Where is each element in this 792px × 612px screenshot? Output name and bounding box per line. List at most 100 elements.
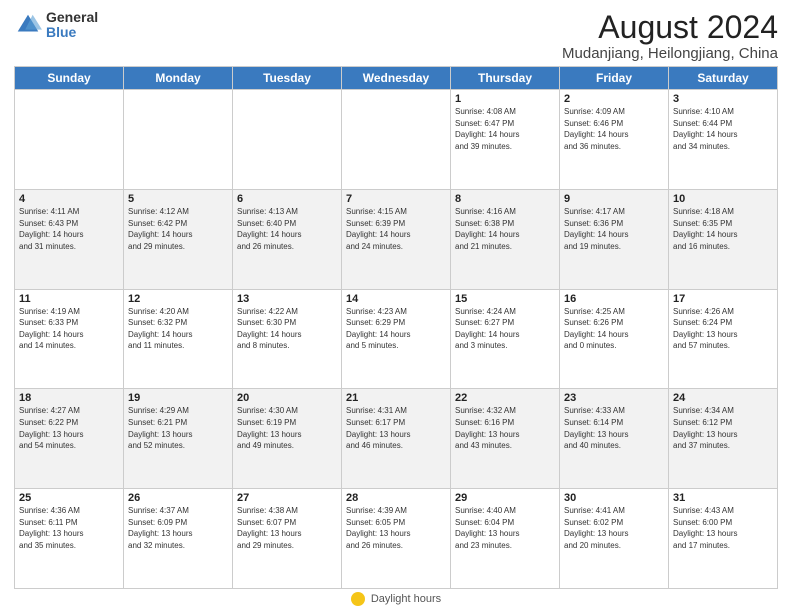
day-number: 5 [128, 193, 228, 205]
day-info: Sunrise: 4:27 AM Sunset: 6:22 PM Dayligh… [19, 405, 119, 451]
logo-text: General Blue [46, 10, 98, 41]
day-number: 22 [455, 392, 555, 404]
calendar-cell: 26Sunrise: 4:37 AM Sunset: 6:09 PM Dayli… [124, 489, 233, 589]
day-number: 25 [19, 492, 119, 504]
day-number: 3 [673, 93, 773, 105]
column-header-sunday: Sunday [15, 67, 124, 90]
calendar-cell: 30Sunrise: 4:41 AM Sunset: 6:02 PM Dayli… [560, 489, 669, 589]
calendar-cell: 31Sunrise: 4:43 AM Sunset: 6:00 PM Dayli… [669, 489, 778, 589]
calendar-cell [342, 90, 451, 190]
day-info: Sunrise: 4:12 AM Sunset: 6:42 PM Dayligh… [128, 206, 228, 252]
day-number: 16 [564, 293, 664, 305]
calendar-cell: 17Sunrise: 4:26 AM Sunset: 6:24 PM Dayli… [669, 289, 778, 389]
day-number: 19 [128, 392, 228, 404]
title-block: August 2024 Mudanjiang, Heilongjiang, Ch… [562, 10, 778, 62]
calendar-cell: 12Sunrise: 4:20 AM Sunset: 6:32 PM Dayli… [124, 289, 233, 389]
day-info: Sunrise: 4:18 AM Sunset: 6:35 PM Dayligh… [673, 206, 773, 252]
day-number: 28 [346, 492, 446, 504]
day-info: Sunrise: 4:36 AM Sunset: 6:11 PM Dayligh… [19, 505, 119, 551]
day-number: 6 [237, 193, 337, 205]
calendar-cell: 7Sunrise: 4:15 AM Sunset: 6:39 PM Daylig… [342, 189, 451, 289]
day-number: 14 [346, 293, 446, 305]
day-info: Sunrise: 4:23 AM Sunset: 6:29 PM Dayligh… [346, 306, 446, 352]
logo: General Blue [14, 10, 98, 41]
calendar-cell: 13Sunrise: 4:22 AM Sunset: 6:30 PM Dayli… [233, 289, 342, 389]
day-info: Sunrise: 4:11 AM Sunset: 6:43 PM Dayligh… [19, 206, 119, 252]
day-info: Sunrise: 4:08 AM Sunset: 6:47 PM Dayligh… [455, 106, 555, 152]
footer: Daylight hours [14, 592, 778, 606]
column-header-tuesday: Tuesday [233, 67, 342, 90]
day-info: Sunrise: 4:20 AM Sunset: 6:32 PM Dayligh… [128, 306, 228, 352]
day-info: Sunrise: 4:24 AM Sunset: 6:27 PM Dayligh… [455, 306, 555, 352]
page: General Blue August 2024 Mudanjiang, Hei… [0, 0, 792, 612]
calendar-cell [233, 90, 342, 190]
week-row-3: 11Sunrise: 4:19 AM Sunset: 6:33 PM Dayli… [15, 289, 778, 389]
day-info: Sunrise: 4:25 AM Sunset: 6:26 PM Dayligh… [564, 306, 664, 352]
sun-icon [351, 592, 365, 606]
calendar-cell: 9Sunrise: 4:17 AM Sunset: 6:36 PM Daylig… [560, 189, 669, 289]
calendar-cell: 23Sunrise: 4:33 AM Sunset: 6:14 PM Dayli… [560, 389, 669, 489]
day-info: Sunrise: 4:19 AM Sunset: 6:33 PM Dayligh… [19, 306, 119, 352]
day-info: Sunrise: 4:09 AM Sunset: 6:46 PM Dayligh… [564, 106, 664, 152]
day-info: Sunrise: 4:39 AM Sunset: 6:05 PM Dayligh… [346, 505, 446, 551]
calendar-cell: 28Sunrise: 4:39 AM Sunset: 6:05 PM Dayli… [342, 489, 451, 589]
day-info: Sunrise: 4:30 AM Sunset: 6:19 PM Dayligh… [237, 405, 337, 451]
day-number: 7 [346, 193, 446, 205]
day-number: 10 [673, 193, 773, 205]
day-info: Sunrise: 4:37 AM Sunset: 6:09 PM Dayligh… [128, 505, 228, 551]
day-number: 17 [673, 293, 773, 305]
calendar-cell: 10Sunrise: 4:18 AM Sunset: 6:35 PM Dayli… [669, 189, 778, 289]
day-number: 2 [564, 93, 664, 105]
column-header-wednesday: Wednesday [342, 67, 451, 90]
main-title: August 2024 [562, 10, 778, 45]
day-info: Sunrise: 4:16 AM Sunset: 6:38 PM Dayligh… [455, 206, 555, 252]
day-info: Sunrise: 4:34 AM Sunset: 6:12 PM Dayligh… [673, 405, 773, 451]
day-info: Sunrise: 4:41 AM Sunset: 6:02 PM Dayligh… [564, 505, 664, 551]
calendar-cell: 8Sunrise: 4:16 AM Sunset: 6:38 PM Daylig… [451, 189, 560, 289]
day-number: 26 [128, 492, 228, 504]
calendar-cell: 18Sunrise: 4:27 AM Sunset: 6:22 PM Dayli… [15, 389, 124, 489]
calendar-cell: 5Sunrise: 4:12 AM Sunset: 6:42 PM Daylig… [124, 189, 233, 289]
subtitle: Mudanjiang, Heilongjiang, China [562, 45, 778, 62]
week-row-5: 25Sunrise: 4:36 AM Sunset: 6:11 PM Dayli… [15, 489, 778, 589]
day-number: 27 [237, 492, 337, 504]
column-header-thursday: Thursday [451, 67, 560, 90]
calendar-cell: 25Sunrise: 4:36 AM Sunset: 6:11 PM Dayli… [15, 489, 124, 589]
day-info: Sunrise: 4:22 AM Sunset: 6:30 PM Dayligh… [237, 306, 337, 352]
header: General Blue August 2024 Mudanjiang, Hei… [14, 10, 778, 62]
footer-label: Daylight hours [371, 593, 441, 605]
calendar-cell: 14Sunrise: 4:23 AM Sunset: 6:29 PM Dayli… [342, 289, 451, 389]
day-info: Sunrise: 4:32 AM Sunset: 6:16 PM Dayligh… [455, 405, 555, 451]
day-info: Sunrise: 4:10 AM Sunset: 6:44 PM Dayligh… [673, 106, 773, 152]
day-info: Sunrise: 4:17 AM Sunset: 6:36 PM Dayligh… [564, 206, 664, 252]
calendar-cell: 19Sunrise: 4:29 AM Sunset: 6:21 PM Dayli… [124, 389, 233, 489]
day-info: Sunrise: 4:33 AM Sunset: 6:14 PM Dayligh… [564, 405, 664, 451]
calendar-cell [124, 90, 233, 190]
day-number: 13 [237, 293, 337, 305]
day-number: 4 [19, 193, 119, 205]
calendar-cell: 27Sunrise: 4:38 AM Sunset: 6:07 PM Dayli… [233, 489, 342, 589]
day-number: 29 [455, 492, 555, 504]
logo-blue: Blue [46, 25, 98, 40]
day-number: 1 [455, 93, 555, 105]
day-info: Sunrise: 4:38 AM Sunset: 6:07 PM Dayligh… [237, 505, 337, 551]
week-row-2: 4Sunrise: 4:11 AM Sunset: 6:43 PM Daylig… [15, 189, 778, 289]
week-row-4: 18Sunrise: 4:27 AM Sunset: 6:22 PM Dayli… [15, 389, 778, 489]
day-number: 15 [455, 293, 555, 305]
day-number: 21 [346, 392, 446, 404]
day-number: 24 [673, 392, 773, 404]
day-info: Sunrise: 4:26 AM Sunset: 6:24 PM Dayligh… [673, 306, 773, 352]
logo-icon [14, 11, 42, 39]
calendar-table: SundayMondayTuesdayWednesdayThursdayFrid… [14, 66, 778, 589]
calendar-cell: 16Sunrise: 4:25 AM Sunset: 6:26 PM Dayli… [560, 289, 669, 389]
calendar-cell: 15Sunrise: 4:24 AM Sunset: 6:27 PM Dayli… [451, 289, 560, 389]
day-info: Sunrise: 4:29 AM Sunset: 6:21 PM Dayligh… [128, 405, 228, 451]
calendar-cell: 6Sunrise: 4:13 AM Sunset: 6:40 PM Daylig… [233, 189, 342, 289]
calendar-cell: 11Sunrise: 4:19 AM Sunset: 6:33 PM Dayli… [15, 289, 124, 389]
day-info: Sunrise: 4:13 AM Sunset: 6:40 PM Dayligh… [237, 206, 337, 252]
day-number: 18 [19, 392, 119, 404]
calendar-cell: 24Sunrise: 4:34 AM Sunset: 6:12 PM Dayli… [669, 389, 778, 489]
logo-general: General [46, 10, 98, 25]
calendar-cell [15, 90, 124, 190]
day-number: 9 [564, 193, 664, 205]
